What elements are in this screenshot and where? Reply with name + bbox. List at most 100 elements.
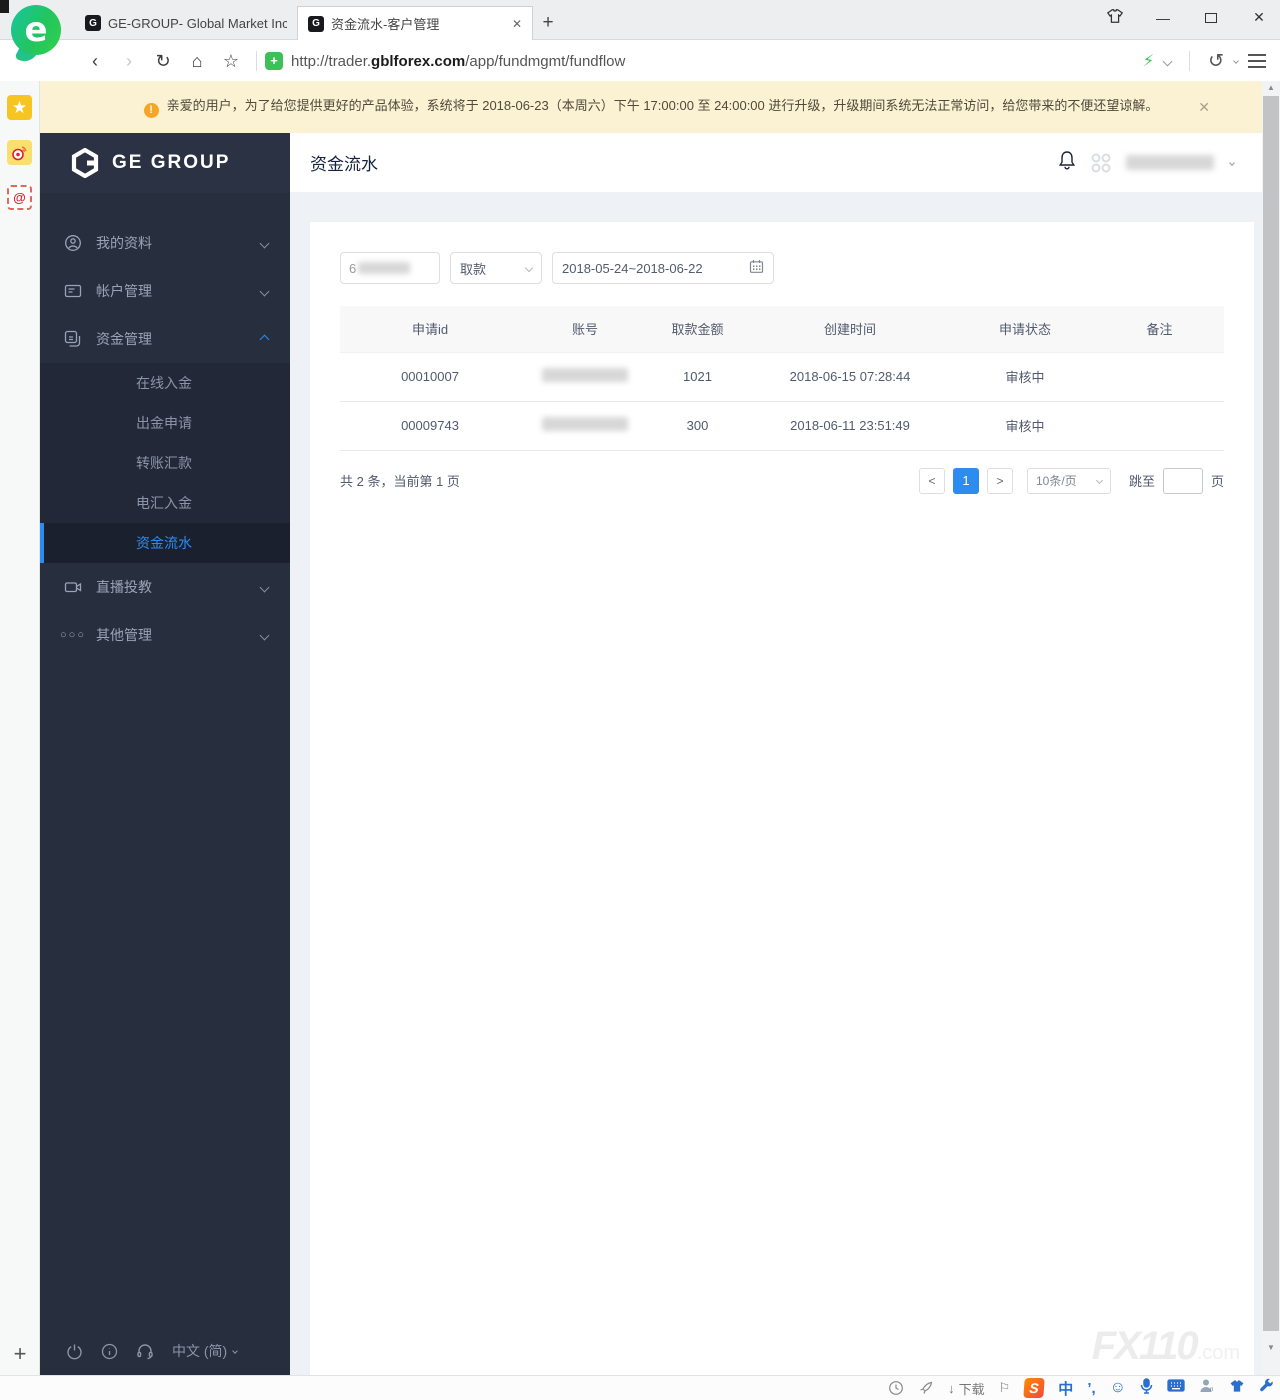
warning-icon: ! — [143, 102, 159, 118]
chevron-down-icon — [259, 286, 270, 296]
maximize-button[interactable] — [1200, 10, 1222, 26]
tab-fundflow-active[interactable]: G 资金流水-客户管理 ✕ — [297, 6, 533, 40]
funds-coins-icon — [64, 330, 82, 348]
weibo-icon[interactable] — [7, 140, 32, 165]
video-camera-icon — [64, 578, 82, 596]
theme-shirt-icon[interactable] — [1104, 8, 1126, 27]
undo-dropdown-icon[interactable] — [1233, 58, 1239, 64]
account-filter-input[interactable]: 6 — [340, 252, 440, 284]
language-selector[interactable]: 中文 (简) — [172, 1341, 239, 1361]
address-bar[interactable]: http://trader.gblforex.com/app/fundmgmt/… — [291, 53, 625, 70]
svg-text:n: n — [1210, 1387, 1213, 1393]
sidebar-item-other-mgmt[interactable]: ○○○ 其他管理 — [40, 611, 290, 659]
notifications-bell-icon[interactable] — [1058, 150, 1076, 175]
prev-page-button[interactable]: < — [918, 467, 945, 494]
ime-emoji-icon[interactable]: ☺ — [1110, 1379, 1126, 1397]
sidebar-item-my-profile[interactable]: 我的资料 — [40, 219, 290, 267]
fx110-watermark: FX110 .com — [1091, 1324, 1240, 1368]
history-icon[interactable] — [888, 1380, 904, 1396]
jump-page-input[interactable] — [1162, 467, 1203, 494]
table-row: 00010007 1021 2018-06-15 07:28:44 审核中 — [340, 351, 1224, 402]
ime-settings-wrench-icon[interactable] — [1259, 1378, 1274, 1398]
logout-power-icon[interactable] — [66, 1343, 83, 1360]
page-size-select[interactable]: 10条/页 — [1026, 467, 1111, 494]
note-cell — [1095, 351, 1224, 402]
mail-icon[interactable]: @ — [7, 185, 32, 210]
pagination: < 1 > 10条/页 跳至 页 — [918, 467, 1224, 494]
bookmarks-star-icon[interactable]: ★ — [7, 95, 32, 120]
info-icon[interactable] — [101, 1343, 118, 1360]
chevron-down-icon — [524, 263, 534, 273]
fund-flow-table: 申请id 账号 取款金额 创建时间 申请状态 备注 00010007 1021 … — [340, 306, 1224, 451]
boost-dropdown-icon[interactable] — [1162, 56, 1173, 66]
page-unit-label: 页 — [1210, 474, 1224, 489]
browser-logo[interactable]: e — [8, 5, 64, 67]
download-button[interactable]: ↓ 下载 — [948, 1379, 985, 1398]
sidebar-item-fund-flow-active[interactable]: 资金流水 — [40, 523, 290, 563]
col-created: 创建时间 — [745, 306, 955, 352]
add-sidebar-app-icon[interactable]: + — [0, 1341, 40, 1367]
user-menu-chevron-icon[interactable] — [1229, 159, 1235, 166]
tab-ge-group[interactable]: G GE-GROUP- Global Market Inc — [75, 6, 297, 40]
note-cell — [1095, 401, 1224, 451]
sidebar-item-wire-deposit[interactable]: 电汇入金 — [40, 483, 290, 523]
page-1-button[interactable]: 1 — [952, 467, 979, 494]
tab-strip: G GE-GROUP- Global Market Inc G 资金流水-客户管… — [75, 6, 563, 40]
sidebar-item-live-education[interactable]: 直播投教 — [40, 563, 290, 611]
sogou-ime-logo[interactable]: S — [1023, 1378, 1045, 1398]
col-status: 申请状态 — [955, 306, 1095, 352]
ime-keyboard-icon[interactable] — [1167, 1379, 1185, 1397]
back-icon[interactable]: ‹ — [78, 51, 112, 72]
rocket-boost-icon[interactable] — [918, 1380, 934, 1396]
jump-to-label: 跳至 — [1128, 474, 1155, 489]
sidebar-item-transfer-remit[interactable]: 转账汇款 — [40, 443, 290, 483]
sidebar-item-funds-mgmt[interactable]: 资金管理 — [40, 315, 290, 363]
ime-user-dict-icon[interactable]: n — [1199, 1378, 1215, 1398]
support-headset-icon[interactable] — [136, 1343, 154, 1360]
favorite-star-icon[interactable]: ☆ — [214, 51, 248, 72]
scrollbar[interactable]: ▲ ▼ — [1262, 81, 1280, 1375]
account-cell — [520, 401, 650, 451]
tab-favicon: G — [308, 15, 324, 32]
minimize-button[interactable]: — — [1152, 10, 1174, 26]
banner-close-icon[interactable]: ✕ — [1198, 99, 1210, 116]
new-tab-button[interactable]: + — [533, 8, 563, 38]
request-id-cell: 00010007 — [340, 351, 520, 402]
flag-icon[interactable]: ⚐ — [999, 1380, 1011, 1396]
date-range-picker[interactable]: 2018-05-24~2018-06-22 — [552, 252, 774, 284]
menu-hamburger-icon[interactable] — [1248, 54, 1266, 68]
speed-boost-icon[interactable]: ⚡ — [1143, 51, 1154, 71]
type-filter-select[interactable]: 取款 — [450, 252, 542, 284]
status-cell: 审核中 — [955, 401, 1095, 451]
close-window-button[interactable]: ✕ — [1248, 9, 1270, 26]
ge-group-logo: GE GROUP — [40, 133, 290, 193]
window-controls: — ✕ — [1104, 8, 1270, 27]
created-cell: 2018-06-15 07:28:44 — [745, 351, 955, 402]
sidebar-menu: 我的资料 帐户管理 资金管理 在线入金 出金申请 转账汇款 电汇入金 资金流水 — [40, 193, 290, 1331]
scrollbar-thumb[interactable] — [1263, 96, 1279, 1331]
sidebar-item-account-mgmt[interactable]: 帐户管理 — [40, 267, 290, 315]
account-redacted — [542, 368, 628, 382]
tab-close-icon[interactable]: ✕ — [512, 17, 522, 31]
account-redacted — [542, 417, 628, 431]
window-corner-decoration — [0, 0, 9, 13]
chevron-down-icon — [1095, 476, 1104, 485]
ime-punctuation[interactable]: ’, — [1087, 1380, 1095, 1397]
user-name-redacted — [1126, 155, 1214, 170]
ime-microphone-icon[interactable] — [1140, 1377, 1153, 1399]
ime-chinese-mode[interactable]: 中 — [1058, 1378, 1073, 1399]
ime-skin-shirt-icon[interactable] — [1229, 1379, 1245, 1398]
request-id-cell: 00009743 — [340, 401, 520, 451]
scroll-down-arrow[interactable]: ▼ — [1262, 1341, 1280, 1355]
chevron-down-icon — [259, 582, 270, 592]
forward-icon[interactable]: › — [112, 51, 146, 72]
undo-closed-tab-icon[interactable]: ↺ — [1208, 50, 1224, 73]
sidebar-item-online-deposit[interactable]: 在线入金 — [40, 363, 290, 403]
sidebar-item-withdraw-request[interactable]: 出金申请 — [40, 403, 290, 443]
browser-side-strip: ★ @ + — [0, 81, 40, 1375]
site-safety-shield-icon[interactable]: + — [265, 52, 283, 70]
scroll-up-arrow[interactable]: ▲ — [1262, 81, 1280, 95]
refresh-icon[interactable]: ↻ — [146, 51, 180, 72]
home-icon[interactable]: ⌂ — [180, 51, 214, 72]
next-page-button[interactable]: > — [986, 467, 1013, 494]
